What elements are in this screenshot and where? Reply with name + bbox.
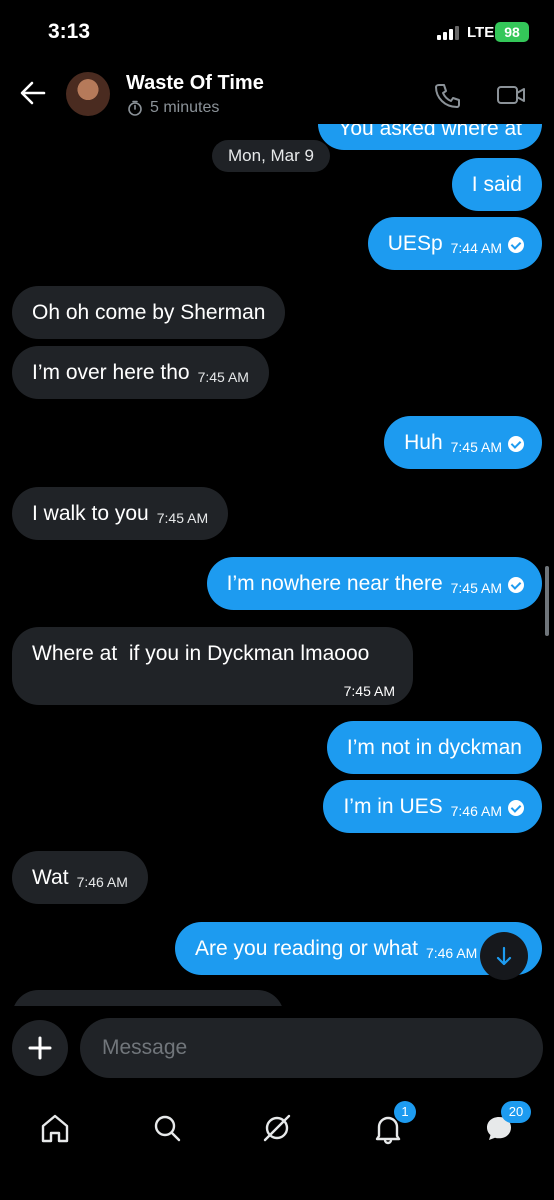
message-bubble-incoming[interactable]: I’m over here tho 7:45 AM [12, 346, 269, 399]
message-text: Oh oh come by Sherman [32, 301, 266, 324]
message-input[interactable] [80, 1018, 543, 1078]
message-text: Wat [32, 866, 69, 889]
message-text: Huh [404, 431, 443, 454]
phone-icon[interactable] [433, 82, 461, 110]
message-bubble-outgoing[interactable]: I’m not in dyckman [326, 721, 542, 774]
message-time: 7:45 AM [450, 580, 502, 596]
bottom-navigation: 1 20 [0, 1096, 554, 1200]
message-time: 7:45 AM [343, 683, 395, 699]
message-bubble-incoming[interactable]: Oh oh come by Sherman [12, 286, 286, 339]
message-time: 7:46 AM [425, 945, 478, 961]
notifications-badge: 1 [394, 1101, 416, 1123]
chat-header: Waste Of Time 5 minutes [0, 64, 554, 124]
message-bubble-outgoing[interactable]: Huh 7:45 AM [384, 416, 542, 469]
message-time: 7:44 AM [450, 240, 502, 256]
read-receipt-icon [508, 237, 524, 253]
grok-icon [263, 1114, 291, 1142]
date-separator: Mon, Mar 9 [212, 140, 330, 172]
scroll-to-bottom-button[interactable] [480, 932, 528, 980]
message-composer [0, 1006, 554, 1096]
message-time: 7:45 AM [450, 439, 502, 455]
timer-icon [128, 100, 142, 116]
message-text: I’m in UES [343, 795, 443, 818]
message-time: 7:45 AM [197, 369, 249, 385]
message-bubble-incoming[interactable]: Where at if you in Dyckman lmaooo 7:45 AM [12, 627, 413, 705]
message-text: I walk to you [32, 502, 149, 525]
chat-title[interactable]: Waste Of Time [126, 72, 264, 95]
read-receipt-icon [508, 800, 524, 816]
battery-level: 98 [504, 24, 520, 40]
message-list[interactable]: You asked where at Mon, Mar 9 I said UES… [0, 124, 554, 1006]
nav-search[interactable] [145, 1106, 189, 1150]
message-bubble-outgoing[interactable]: I’m nowhere near there 7:45 AM [206, 557, 542, 610]
nav-messages[interactable]: 20 [477, 1101, 531, 1150]
message-text: UESp [387, 232, 443, 255]
message-text: I’m nowhere near there [226, 572, 443, 595]
read-receipt-icon [508, 577, 524, 593]
message-time: 7:45 AM [156, 510, 209, 526]
message-text: I said [471, 173, 522, 196]
scrollbar[interactable] [545, 566, 549, 636]
search-icon [154, 1115, 181, 1142]
read-receipt-icon [508, 436, 524, 452]
network-label: LTE [467, 24, 495, 41]
message-bubble-outgoing[interactable]: UESp 7:44 AM [367, 217, 542, 270]
message-bubble-outgoing[interactable]: I said [451, 158, 542, 211]
message-bubble-outgoing[interactable]: You asked where at [318, 124, 542, 150]
message-bubble-incoming[interactable]: Wat 7:46 AM [12, 851, 148, 904]
add-attachment-button[interactable] [12, 1020, 68, 1076]
video-call-icon[interactable] [496, 82, 526, 108]
signal-icon [437, 26, 461, 40]
message-bubble-incoming[interactable]: I walk to you 7:45 AM [12, 487, 229, 540]
nav-home[interactable] [33, 1106, 77, 1150]
arrow-down-icon [496, 946, 512, 966]
nav-grok[interactable] [255, 1106, 299, 1150]
battery-icon: 98 [495, 22, 529, 42]
disappearing-timer: 5 minutes [150, 99, 220, 116]
message-text: Where at if you in Dyckman lmaooo [32, 642, 370, 665]
message-text: Are you reading or what [195, 937, 418, 960]
message-text: I’m not in dyckman [346, 736, 522, 759]
messages-badge: 20 [501, 1101, 531, 1123]
message-text: You asked where at [338, 124, 522, 140]
message-text: I’m over here tho [32, 361, 190, 384]
plus-icon [28, 1036, 52, 1060]
nav-notifications[interactable]: 1 [366, 1101, 416, 1150]
avatar[interactable] [66, 72, 110, 116]
status-time: 3:13 [48, 20, 91, 43]
message-time: 7:46 AM [76, 874, 128, 890]
home-icon [41, 1114, 69, 1143]
message-bubble-outgoing[interactable]: I’m in UES 7:46 AM [323, 780, 542, 833]
message-bubble-incoming-partial[interactable] [12, 990, 284, 1006]
message-time: 7:46 AM [450, 803, 502, 819]
status-bar: 3:13 LTE 98 [0, 0, 554, 64]
back-arrow-icon[interactable] [20, 80, 46, 106]
